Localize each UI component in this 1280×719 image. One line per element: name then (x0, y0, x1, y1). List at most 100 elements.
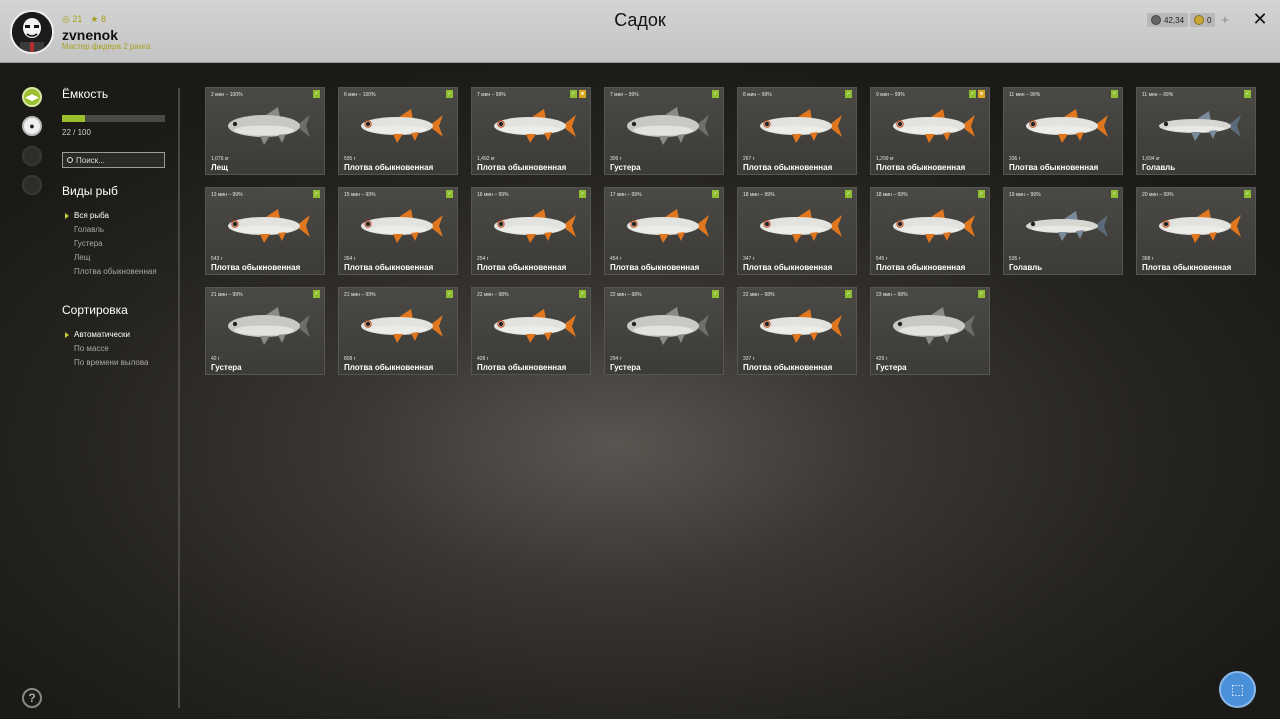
fish-card[interactable]: 20 мин – 99% ✓ 368 г Плотва обыкновенная (1136, 187, 1256, 275)
check-badge-icon: ✓ (845, 90, 852, 98)
fish-weight: 535 г (1009, 256, 1021, 262)
fish-card[interactable]: 9 мин – 99% ✓ ★ 1,299 кг Плотва обыкновенная (870, 87, 990, 175)
fish-card[interactable]: 21 мин – 99% ✓ 42 г Густера (205, 287, 325, 375)
check-badge-icon: ✓ (1244, 190, 1251, 198)
badge-group: ✓ (579, 190, 586, 198)
fish-name: Плотва обыкновенная (876, 163, 966, 172)
fish-weight: 543 г (211, 256, 223, 262)
fish-weight: 267 г (743, 156, 755, 162)
capacity-text: 22 / 100 (62, 128, 91, 137)
fish-name: Лещ (211, 163, 228, 172)
fish-card[interactable]: 19 мин – 99% ✓ 535 г Голавль (1003, 187, 1123, 275)
gold-balance: 0 (1190, 13, 1216, 27)
fish-card[interactable]: 11 мин – 99% ✓ 336 г Плотва обыкновенная (1003, 87, 1123, 175)
panel-divider (178, 88, 180, 708)
fish-weight: 42 г (211, 356, 220, 362)
fish-name: Плотва обыкновенная (743, 163, 833, 172)
check-badge-icon: ✓ (570, 90, 577, 98)
fish-name: Плотва обыкновенная (743, 363, 833, 372)
fish-card[interactable]: 22 мин – 98% ✓ 294 г Густера (604, 287, 724, 375)
capacity-heading: Ёмкость (62, 87, 109, 101)
sort-option[interactable]: Автоматически (62, 328, 148, 342)
check-badge-icon: ✓ (446, 290, 453, 298)
species-filter-item[interactable]: Густера (62, 237, 157, 251)
add-currency-button[interactable]: + (1218, 12, 1232, 28)
badge-group: ✓ (446, 190, 453, 198)
top-bar: ◎ 21 ★ 8 zvnenok Мастер фидера 2 ранга С… (0, 0, 1280, 63)
fish-card[interactable]: 22 мин – 98% ✓ 337 г Плотва обыкновенная (737, 287, 857, 375)
fish-card[interactable]: 22 мин – 98% ✓ 428 г Плотва обыкновенная (471, 287, 591, 375)
fish-tab-icon[interactable]: ● (22, 116, 42, 136)
badge-group: ✓ (1111, 190, 1118, 198)
fish-name: Плотва обыкновенная (743, 263, 833, 272)
fish-card[interactable]: 8 мин – 99% ✓ 267 г Плотва обыкновенная (737, 87, 857, 175)
fish-weight: 337 г (743, 356, 755, 362)
search-icon (67, 157, 73, 163)
fish-card[interactable]: 11 мин – 99% ✓ 1,694 кг Голавль (1136, 87, 1256, 175)
catch-time: 13 мин – 99% (211, 192, 243, 198)
sort-option[interactable]: По времени вылова (62, 356, 148, 368)
badge-group: ✓ (712, 190, 719, 198)
fish-weight: 1,492 кг (477, 156, 495, 162)
keepnet-tab-icon[interactable]: ◀▶ (22, 87, 42, 107)
catch-time: 22 мин – 98% (477, 292, 509, 298)
cursor-mode-button[interactable]: ⬚ (1219, 671, 1256, 708)
trophy-tab-icon[interactable] (22, 146, 42, 166)
species-filter-item[interactable]: Голавль (62, 223, 157, 237)
fish-card[interactable]: 18 мин – 99% ✓ 545 г Плотва обыкновенная (870, 187, 990, 275)
fish-name: Густера (876, 363, 907, 372)
fish-image (760, 309, 842, 343)
badge-group: ✓ (313, 190, 320, 198)
fish-weight: 428 г (477, 356, 489, 362)
fish-name: Голавль (1009, 263, 1043, 272)
species-filter-item[interactable]: Вся рыба (62, 209, 157, 223)
close-button[interactable]: ✕ (1252, 10, 1268, 28)
fish-image (228, 107, 310, 145)
silver-balance: 42,34 (1147, 13, 1189, 27)
fish-name: Плотва обыкновенная (610, 263, 700, 272)
fish-card[interactable]: 17 мин – 99% ✓ 454 г Плотва обыкновенная (604, 187, 724, 275)
sort-option[interactable]: По массе (62, 342, 148, 356)
fish-weight: 1,694 кг (1142, 156, 1160, 162)
fish-card[interactable]: 7 мин – 99% ✓ 309 г Густера (604, 87, 724, 175)
badge-group: ✓ ★ (969, 90, 985, 98)
fish-name: Плотва обыкновенная (477, 163, 567, 172)
species-filter-list: Вся рыба Голавль Густера Лещ Плотва обыкнове… (62, 209, 157, 277)
fish-card[interactable]: 21 мин – 99% ✓ 808 г Плотва обыкновенная (338, 287, 458, 375)
catch-time: 16 мин – 99% (477, 192, 509, 198)
species-filter-item[interactable]: Лещ (62, 251, 157, 265)
fish-card[interactable]: 7 мин – 99% ✓ ★ 1,492 кг Плотва обыкновенная (471, 87, 591, 175)
fish-image (361, 109, 443, 143)
fish-weight: 595 г (344, 156, 356, 162)
fish-image (627, 307, 709, 345)
fish-card[interactable]: 2 мин – 100% ✓ 1,076 кг Лещ (205, 87, 325, 175)
search-input[interactable] (76, 155, 161, 165)
fish-card[interactable]: 23 мин – 98% ✓ 429 г Густера (870, 287, 990, 375)
check-badge-icon: ✓ (446, 190, 453, 198)
fish-card[interactable]: 13 мин – 99% ✓ 543 г Плотва обыкновенная (205, 187, 325, 275)
fish-weight: 1,299 кг (876, 156, 894, 162)
home-tab-icon[interactable] (22, 175, 42, 195)
fish-card[interactable]: 16 мин – 99% ✓ 254 г Плотва обыкновенная (471, 187, 591, 275)
silver-coin-icon (1151, 15, 1161, 25)
fish-image (1159, 111, 1241, 141)
fish-card[interactable]: 18 мин – 99% ✓ 347 г Плотва обыкновенная (737, 187, 857, 275)
check-badge-icon: ✓ (712, 290, 719, 298)
fish-weight: 294 г (610, 356, 622, 362)
species-heading: Виды рыб (62, 184, 118, 198)
species-filter-item[interactable]: Плотва обыкновенная (62, 265, 157, 277)
badge-group: ✓ (845, 190, 852, 198)
fish-card[interactable]: 6 мин – 100% ✓ 595 г Плотва обыкновенная (338, 87, 458, 175)
help-button[interactable]: ? (22, 688, 42, 708)
catch-time: 7 мин – 99% (477, 92, 506, 98)
capacity-bar (62, 115, 165, 122)
fish-weight: 364 г (344, 256, 356, 262)
fish-image (228, 307, 310, 345)
badge-group: ✓ (579, 290, 586, 298)
search-box[interactable] (62, 152, 165, 168)
fish-image (893, 307, 975, 345)
catch-time: 9 мин – 99% (876, 92, 905, 98)
fish-name: Плотва обыкновенная (344, 163, 434, 172)
catch-time: 2 мин – 100% (211, 92, 243, 98)
fish-card[interactable]: 15 мин – 99% ✓ 364 г Плотва обыкновенная (338, 187, 458, 275)
